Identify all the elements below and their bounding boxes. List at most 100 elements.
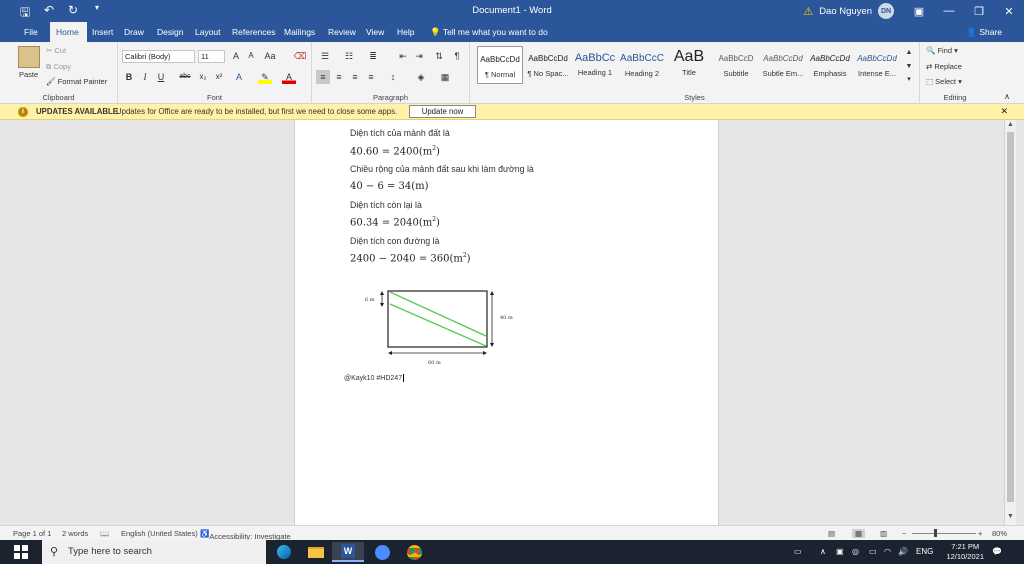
chrome-icon[interactable]: [398, 542, 430, 562]
tab-file[interactable]: File: [18, 22, 44, 42]
collapse-ribbon-icon[interactable]: ∧: [1000, 90, 1014, 104]
tab-insert[interactable]: Insert: [86, 22, 119, 42]
update-now-button[interactable]: Update now: [409, 105, 476, 118]
decrease-indent-icon[interactable]: ⇤: [396, 49, 410, 63]
zoom-slider[interactable]: [912, 533, 976, 534]
proofing-icon[interactable]: 📖: [100, 529, 109, 538]
zoom-level[interactable]: 80%: [992, 529, 1007, 538]
font-name-select[interactable]: Calibri (Body): [122, 50, 195, 63]
style-subtle-emphasis[interactable]: AaBbCcDd Subtle Em...: [760, 46, 806, 84]
text-effects-icon[interactable]: A: [232, 70, 246, 84]
copy-button[interactable]: ⧉ Copy: [46, 62, 71, 72]
format-painter-button[interactable]: 🖌 Format Painter: [46, 77, 107, 86]
maximize-button[interactable]: ❐: [964, 0, 994, 22]
close-icon[interactable]: ✕: [1000, 106, 1008, 117]
word-icon[interactable]: W: [332, 542, 364, 562]
align-center-icon[interactable]: ≡: [332, 70, 346, 84]
tab-draw[interactable]: Draw: [118, 22, 150, 42]
align-right-icon[interactable]: ≡: [348, 70, 362, 84]
justify-icon[interactable]: ≡: [364, 70, 378, 84]
tab-view[interactable]: View: [360, 22, 390, 42]
multilevel-list-icon[interactable]: ≣: [366, 49, 380, 63]
zoom-slider-thumb[interactable]: [934, 529, 937, 537]
style-no-spacing[interactable]: AaBbCcDd ¶ No Spac...: [525, 46, 571, 84]
minimize-button[interactable]: —: [934, 0, 964, 22]
input-language[interactable]: ENG: [916, 540, 933, 564]
taskbar-search-input[interactable]: ⚲ Type here to search: [42, 540, 266, 564]
battery-icon[interactable]: ▭: [869, 540, 877, 564]
task-view-icon[interactable]: ▭: [794, 540, 802, 564]
volume-icon[interactable]: 🔊: [898, 540, 908, 564]
style-intense-emphasis[interactable]: AaBbCcDd Intense E...: [854, 46, 900, 84]
vertical-scrollbar[interactable]: ▲ ▼: [1004, 120, 1016, 525]
style-heading-1[interactable]: AaBbCc Heading 1: [572, 46, 618, 84]
shading-icon[interactable]: ◈: [414, 70, 428, 84]
increase-indent-icon[interactable]: ⇥: [412, 49, 426, 63]
taskbar-clock[interactable]: 7:21 PM 12/10/2021: [946, 542, 984, 562]
document-page[interactable]: Diện tích của mảnh đất là 40.60 = 2400(m…: [294, 120, 719, 525]
notifications-icon[interactable]: 💬: [992, 540, 1002, 564]
style-normal[interactable]: AaBbCcDd ¶ Normal: [477, 46, 523, 84]
scroll-down-icon[interactable]: ▼: [1005, 513, 1016, 520]
underline-icon[interactable]: U: [154, 70, 168, 84]
scrollbar-thumb[interactable]: [1007, 132, 1014, 502]
ribbon-display-icon[interactable]: ▣: [904, 0, 934, 22]
style-heading-2[interactable]: AaBbCcC Heading 2: [619, 46, 665, 84]
subscript-icon[interactable]: x₂: [196, 70, 210, 84]
paste-icon[interactable]: [18, 46, 40, 68]
file-explorer-icon[interactable]: [300, 542, 332, 562]
avatar[interactable]: DN: [878, 3, 894, 19]
italic-icon[interactable]: I: [138, 70, 152, 84]
tab-mailings[interactable]: Mailings: [278, 22, 321, 42]
clear-formatting-icon[interactable]: ⌫: [293, 49, 307, 63]
network-icon[interactable]: ◎: [852, 540, 859, 564]
read-mode-icon[interactable]: ▤: [828, 529, 835, 538]
superscript-icon[interactable]: x²: [212, 70, 226, 84]
web-layout-icon[interactable]: ▥: [880, 529, 887, 538]
font-size-select[interactable]: 11: [198, 50, 225, 63]
style-subtitle[interactable]: AaBbCcD Subtitle: [713, 46, 759, 84]
line-spacing-icon[interactable]: ↕: [386, 70, 400, 84]
style-title[interactable]: AaB Title: [666, 46, 712, 84]
page-count[interactable]: Page 1 of 1: [13, 529, 51, 538]
show-paragraph-marks-icon[interactable]: ¶: [450, 49, 464, 63]
zoom-in-icon[interactable]: +: [978, 529, 982, 538]
zoom-out-icon[interactable]: −: [902, 529, 906, 538]
styles-more-icon[interactable]: ▾: [902, 73, 916, 87]
tab-layout[interactable]: Layout: [189, 22, 227, 42]
tab-help[interactable]: Help: [391, 22, 420, 42]
windows-start-icon[interactable]: [14, 545, 28, 559]
shrink-font-icon[interactable]: A: [244, 49, 258, 63]
wifi-icon[interactable]: ◠: [884, 540, 891, 564]
tab-review[interactable]: Review: [322, 22, 362, 42]
tray-overflow-icon[interactable]: ∧: [820, 540, 826, 564]
font-color-icon[interactable]: A: [282, 70, 296, 84]
tab-design[interactable]: Design: [151, 22, 189, 42]
select-button[interactable]: ⬚ Select ▾: [926, 77, 962, 86]
scroll-up-icon[interactable]: ▲: [1005, 121, 1016, 128]
print-layout-icon[interactable]: ▦: [852, 529, 866, 538]
styles-scroll-up-icon[interactable]: ▲: [902, 46, 916, 60]
style-emphasis[interactable]: AaBbCcDd Emphasis: [807, 46, 853, 84]
styles-scroll-down-icon[interactable]: ▼: [902, 60, 916, 74]
cut-button[interactable]: ✂ Cut: [46, 46, 66, 55]
bullets-icon[interactable]: ☰: [318, 49, 332, 63]
meet-now-icon[interactable]: ▣: [836, 540, 844, 564]
paste-button[interactable]: Paste: [19, 70, 38, 79]
borders-icon[interactable]: ▦: [438, 70, 452, 84]
highlight-icon[interactable]: ✎: [258, 70, 272, 84]
language-status[interactable]: English (United States): [121, 529, 198, 538]
share-button[interactable]: 👤 Share: [966, 22, 1002, 42]
tab-home[interactable]: Home: [50, 22, 87, 42]
edge-icon[interactable]: [268, 542, 300, 562]
accessibility-status[interactable]: ♿ Accessibility: Investigate: [200, 529, 291, 541]
tab-references[interactable]: References: [226, 22, 281, 42]
zoom-app-icon[interactable]: [366, 542, 398, 562]
change-case-icon[interactable]: Aa: [263, 49, 277, 63]
replace-button[interactable]: ⇄ Replace: [926, 62, 962, 71]
numbering-icon[interactable]: ☷: [342, 49, 356, 63]
user-area[interactable]: ⚠ Dao Nguyen DN: [803, 3, 894, 19]
tell-me-search[interactable]: 💡 Tell me what you want to do: [430, 22, 548, 42]
sort-icon[interactable]: ⇅: [432, 49, 446, 63]
word-count[interactable]: 2 words: [62, 529, 88, 538]
